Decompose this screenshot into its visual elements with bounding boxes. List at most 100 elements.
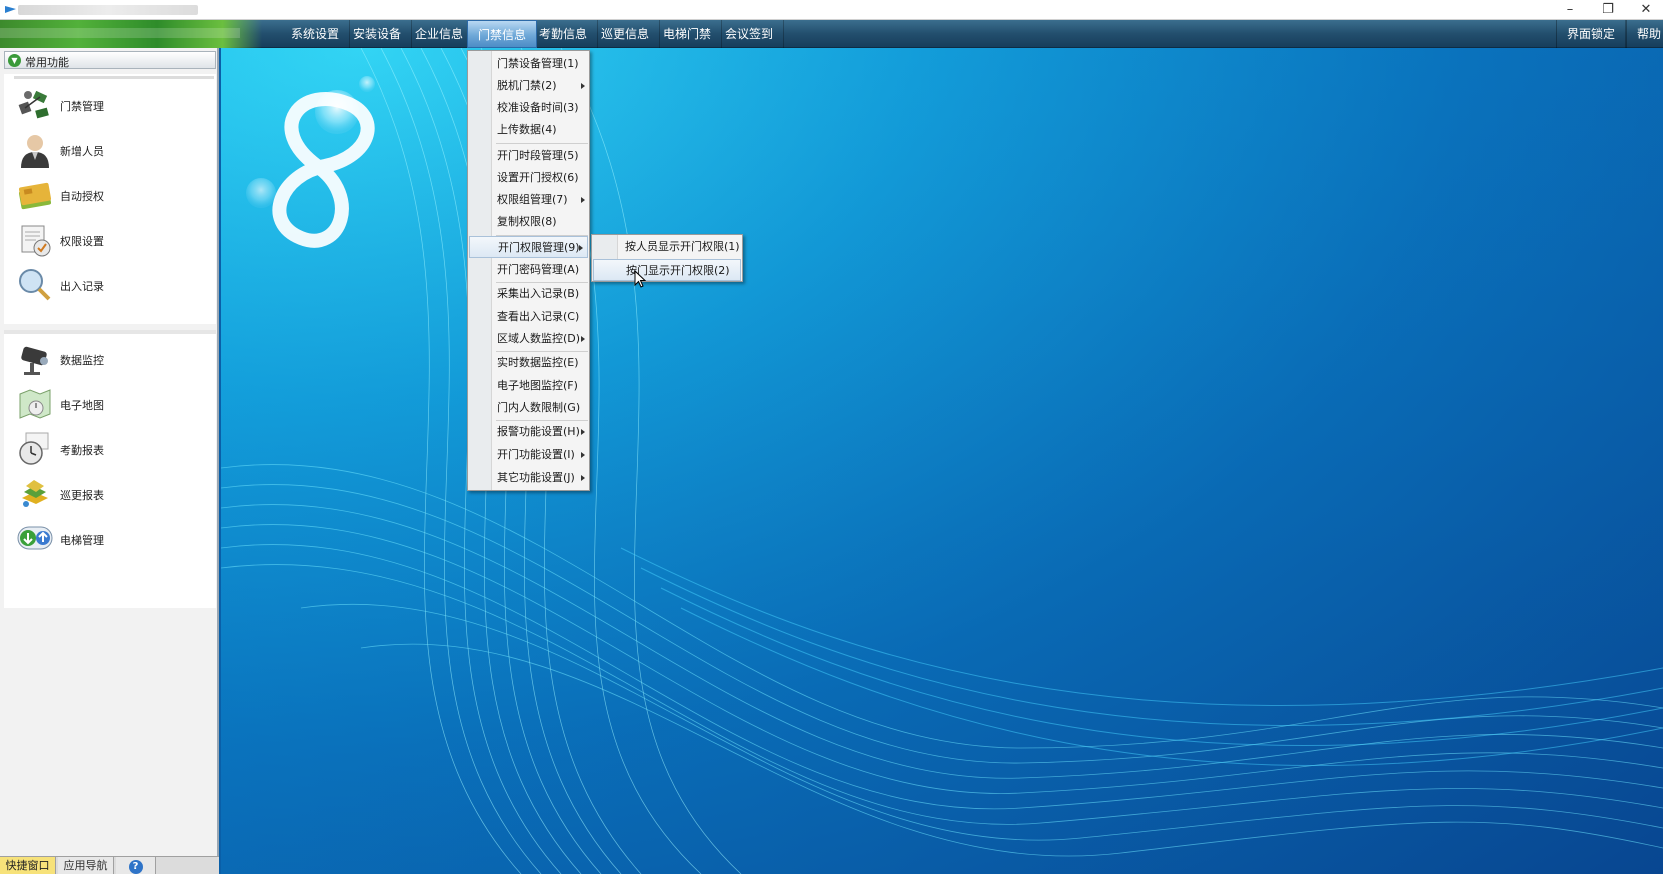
menu-item-label: 开门功能设置(I) (497, 448, 575, 461)
menu-item-label: 门禁设备管理(1) (497, 57, 579, 70)
help-icon: ? (128, 860, 143, 874)
sidebar-item-label: 考勤报表 (60, 444, 104, 457)
sidebar-item-auto-authorize[interactable]: 自动授权 (4, 174, 216, 216)
menu-lock-interface[interactable]: 界面锁定 (1556, 20, 1627, 48)
menu-item-label: 实时数据监控(E) (497, 356, 579, 369)
sidebar-header-label: 常用功能 (25, 56, 69, 69)
menu-item-realtime-monitor[interactable]: 实时数据监控(E) (492, 352, 589, 374)
main-workspace (221, 48, 1663, 874)
maximize-button[interactable]: ❐ (1590, 0, 1626, 20)
sidebar-item-label: 自动授权 (60, 190, 104, 203)
submenu-item-by-door[interactable]: 按门显示开门权限(2) (593, 259, 741, 281)
menu-item-other-settings[interactable]: 其它功能设置(J) (492, 467, 589, 489)
submenu-arrow-icon (579, 245, 583, 251)
sidebar-item-access-records[interactable]: 出入记录 (4, 264, 216, 306)
brand-strip (0, 20, 262, 48)
menu-item-label: 设置开门授权(6) (497, 171, 579, 184)
sidebar-item-label: 权限设置 (60, 235, 104, 248)
menu-gutter (468, 51, 492, 490)
person-icon (21, 135, 49, 168)
minimize-button[interactable]: – (1552, 0, 1588, 20)
sidebar-item-label: 电子地图 (60, 399, 104, 412)
menu-item-label: 开门时段管理(5) (497, 149, 579, 162)
card-icon (18, 182, 52, 210)
sidebar-tab-bar: 快捷窗口 应用导航 ? (0, 856, 219, 874)
submenu-item-by-person[interactable]: 按人员显示开门权限(1) (618, 236, 742, 258)
menu-item-area-count-monitor[interactable]: 区域人数监控(D) (492, 328, 589, 350)
sidebar-item-label: 电梯管理 (60, 534, 104, 547)
menu-item-device-management[interactable]: 门禁设备管理(1) (492, 53, 589, 75)
tab-help[interactable]: ? (116, 857, 156, 874)
menu-item-collect-records[interactable]: 采集出入记录(B) (492, 283, 589, 305)
sidebar-item-label: 门禁管理 (60, 100, 104, 113)
sidebar-item-permission-settings[interactable]: 权限设置 (4, 219, 216, 261)
menu-patrol-info[interactable]: 巡更信息 (591, 20, 661, 48)
menu-item-time-period[interactable]: 开门时段管理(5) (492, 145, 589, 167)
menu-company-info[interactable]: 企业信息 (405, 20, 475, 48)
close-button[interactable]: ✕ (1628, 0, 1663, 20)
tab-app-navigation[interactable]: 应用导航 (58, 857, 114, 874)
menu-item-alarm-settings[interactable]: 报警功能设置(H) (492, 421, 589, 443)
sidebar-item-electronic-map[interactable]: 电子地图 (4, 383, 216, 425)
clock-icon (19, 432, 49, 465)
menu-item-label: 开门权限管理(9) (498, 241, 580, 254)
sidebar-item-door-management[interactable]: 门禁管理 (4, 84, 216, 126)
menu-bar: 系统设置 安装设备 企业信息 门禁信息 考勤信息 巡更信息 电梯门禁 会议签到 … (0, 20, 1663, 48)
menu-item-label: 脱机门禁(2) (497, 79, 557, 92)
menu-item-label: 其它功能设置(J) (497, 471, 575, 484)
menu-system-settings[interactable]: 系统设置 (281, 20, 351, 48)
menu-item-occupancy-limit[interactable]: 门内人数限制(G) (492, 397, 589, 419)
menu-attendance-info[interactable]: 考勤信息 (529, 20, 599, 48)
menu-item-label: 权限组管理(7) (497, 193, 568, 206)
menu-item-open-permission[interactable]: 开门权限管理(9) (469, 236, 588, 258)
menu-item-offline-access[interactable]: 脱机门禁(2) (492, 75, 589, 97)
patrol-icon (22, 480, 48, 507)
map-icon (19, 389, 51, 419)
menu-help[interactable]: 帮助 (1626, 20, 1663, 48)
collapse-icon[interactable]: ▼ (8, 54, 21, 67)
submenu-arrow-icon (581, 336, 585, 342)
menu-item-copy-permission[interactable]: 复制权限(8) (492, 211, 589, 233)
door-control-icon (18, 90, 49, 119)
sidebar-header[interactable]: ▼ 常用功能 (4, 51, 216, 69)
sidebar-item-label: 数据监控 (60, 354, 104, 367)
mouse-cursor-icon (634, 270, 646, 288)
title-bar: – ❐ ✕ (0, 0, 1663, 20)
app-icon (5, 6, 16, 13)
menu-meeting-signin[interactable]: 会议签到 (715, 20, 785, 48)
menu-item-label: 开门密码管理(A) (497, 263, 580, 276)
menu-item-open-function-settings[interactable]: 开门功能设置(I) (492, 444, 589, 466)
menu-item-set-authorization[interactable]: 设置开门授权(6) (492, 167, 589, 189)
sidebar-item-label: 新增人员 (60, 145, 104, 158)
menu-install-device[interactable]: 安装设备 (343, 20, 413, 48)
menu-item-map-monitor[interactable]: 电子地图监控(F) (492, 375, 589, 397)
submenu-arrow-icon (581, 197, 585, 203)
open-permission-submenu: 按人员显示开门权限(1) 按门显示开门权限(2) (591, 234, 743, 282)
permission-icon (21, 225, 51, 257)
sidebar-item-data-monitor[interactable]: 数据监控 (4, 338, 216, 380)
divider (14, 76, 214, 79)
sidebar-item-label: 出入记录 (60, 280, 104, 293)
menu-item-label: 门内人数限制(G) (497, 401, 581, 414)
sidebar-item-patrol-report[interactable]: 巡更报表 (4, 473, 216, 515)
menu-item-permission-group[interactable]: 权限组管理(7) (492, 189, 589, 211)
menu-separator (496, 143, 588, 144)
door-info-menu: 门禁设备管理(1) 脱机门禁(2) 校准设备时间(3) 上传数据(4) 开门时段… (467, 50, 590, 491)
sidebar-item-label: 巡更报表 (60, 489, 104, 502)
sidebar-item-add-person[interactable]: 新增人员 (4, 129, 216, 171)
menu-item-label: 查看出入记录(C) (497, 310, 580, 323)
sidebar-item-elevator-management[interactable]: 电梯管理 (4, 518, 216, 560)
menu-item-password-management[interactable]: 开门密码管理(A) (492, 259, 589, 281)
menu-item-label: 复制权限(8) (497, 215, 557, 228)
menu-item-calibrate-time[interactable]: 校准设备时间(3) (492, 97, 589, 119)
tab-quick-window[interactable]: 快捷窗口 (0, 857, 56, 874)
menu-elevator-access[interactable]: 电梯门禁 (653, 20, 723, 48)
menu-door-info[interactable]: 门禁信息 (467, 20, 538, 48)
sidebar-item-attendance-report[interactable]: 考勤报表 (4, 428, 216, 470)
submenu-arrow-icon (581, 452, 585, 458)
menu-item-label: 采集出入记录(B) (497, 287, 580, 300)
menu-item-view-records[interactable]: 查看出入记录(C) (492, 306, 589, 328)
sidebar-group-reports: 数据监控 电子地图 考勤报表 巡更报表 电梯管理 (4, 330, 216, 608)
menu-item-label: 区域人数监控(D) (497, 332, 581, 345)
menu-item-upload-data[interactable]: 上传数据(4) (492, 119, 589, 141)
